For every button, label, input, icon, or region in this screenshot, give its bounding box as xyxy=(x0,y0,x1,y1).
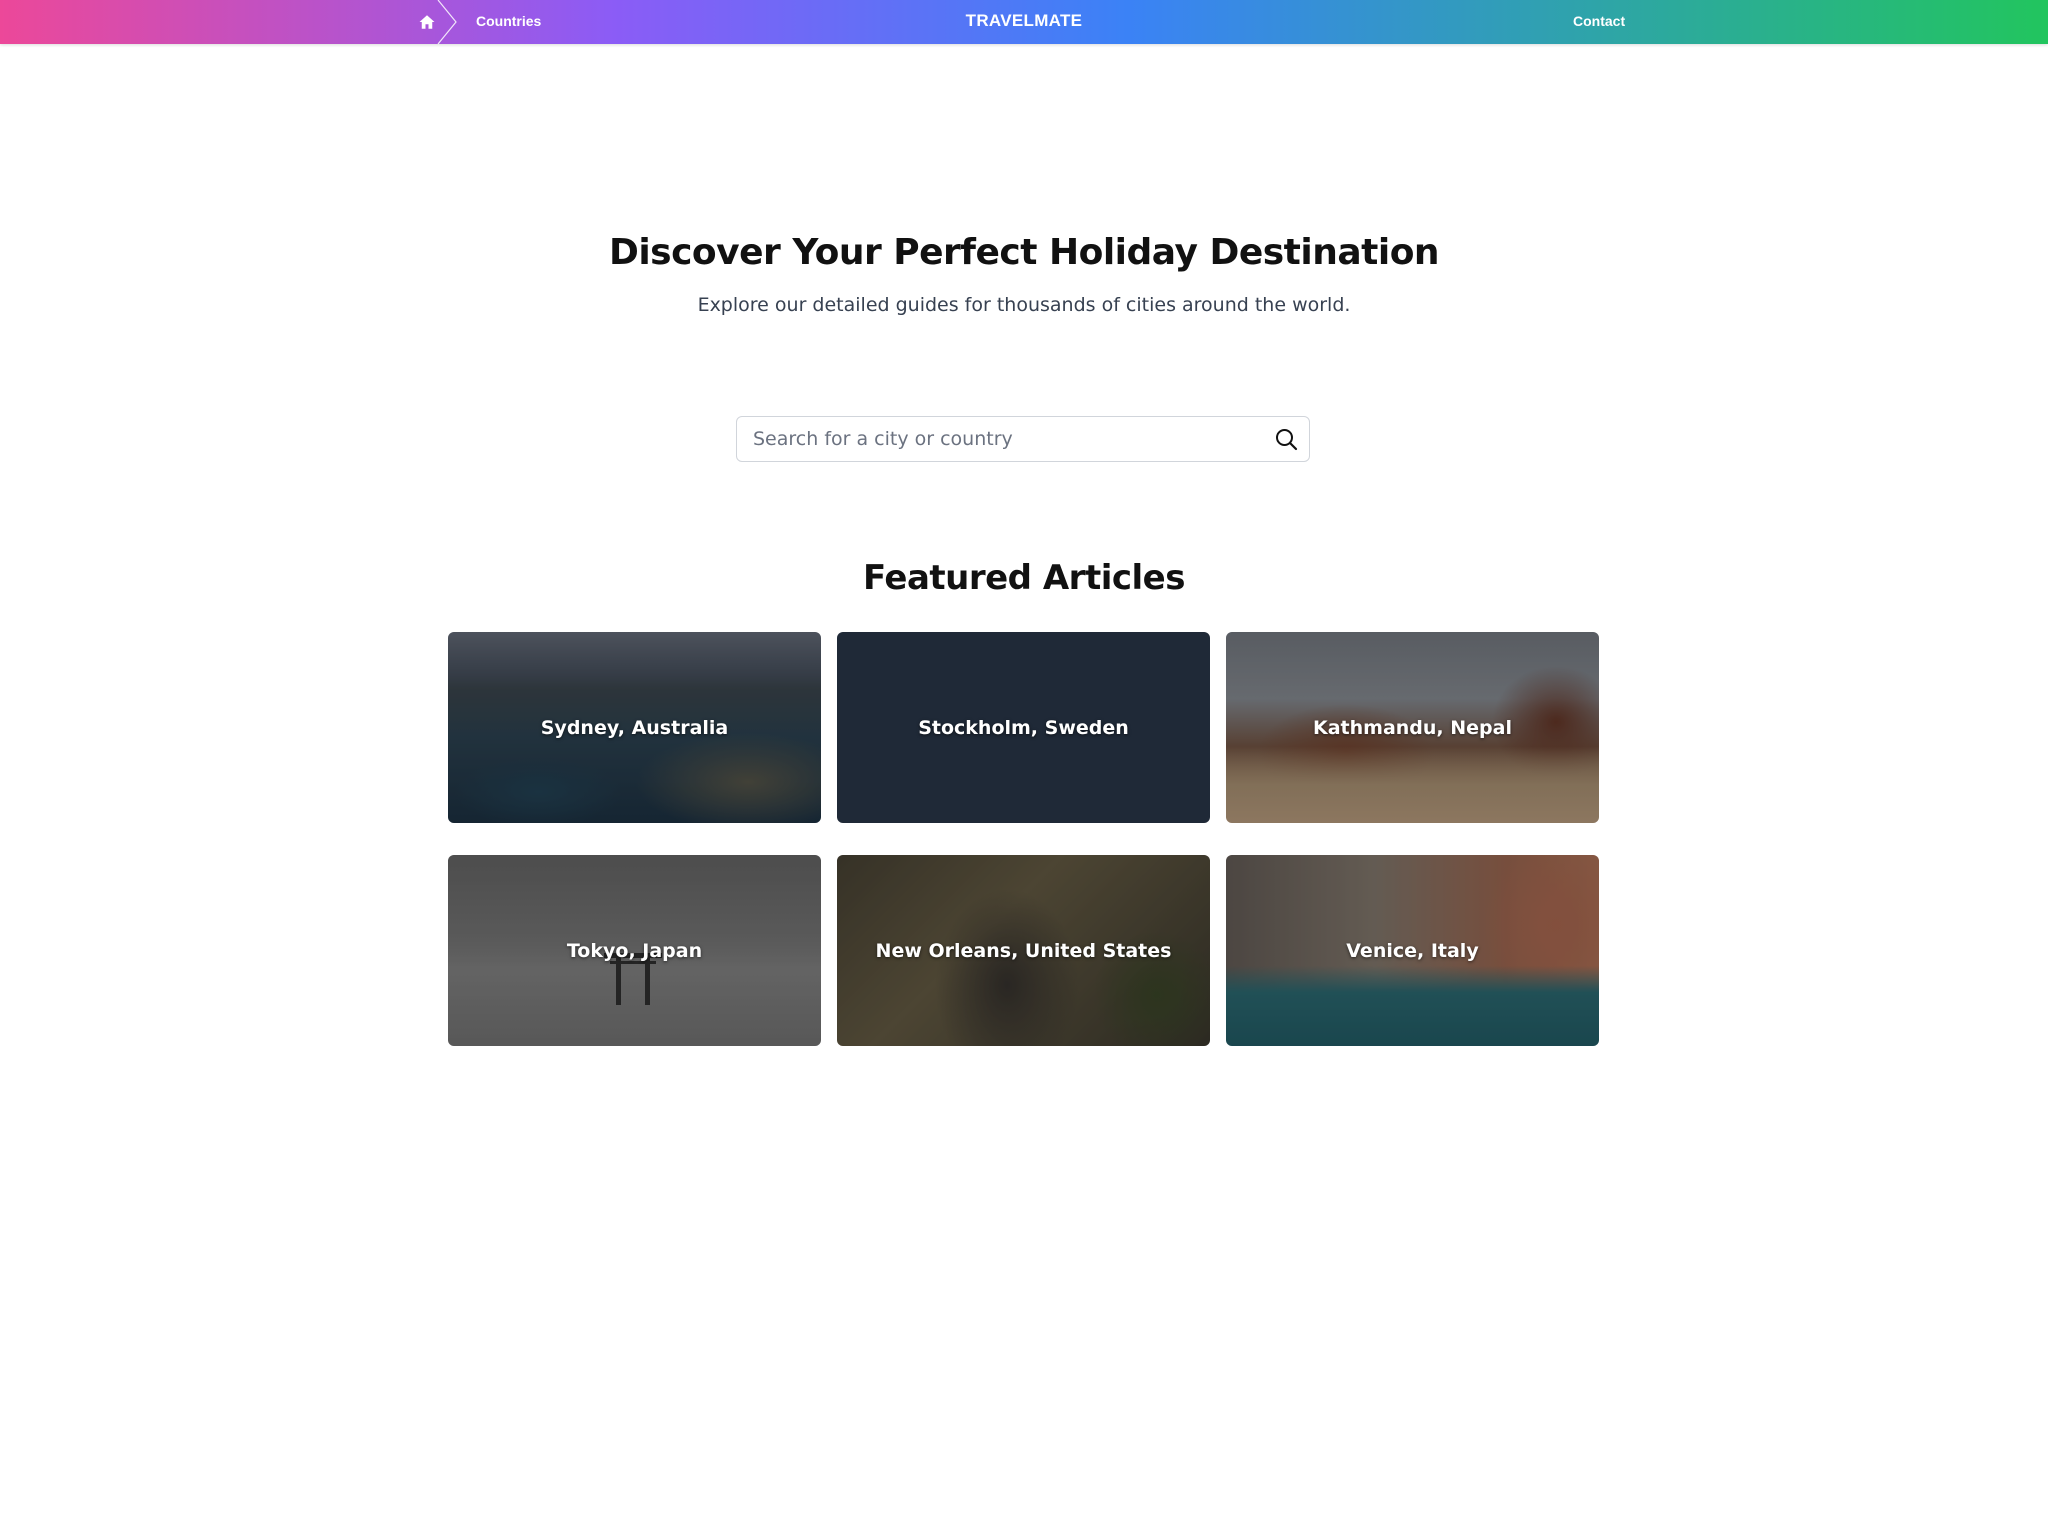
home-icon xyxy=(419,15,435,29)
search-icon xyxy=(1276,429,1298,451)
brand-logo-text[interactable]: TRAVELMATE xyxy=(966,11,1083,30)
nav-contact-link[interactable]: Contact xyxy=(1573,13,1625,29)
article-card-label: Venice, Italy xyxy=(1346,939,1479,962)
article-card-tokyo[interactable]: Tokyo, Japan xyxy=(448,855,821,1046)
search-bar xyxy=(736,416,1310,462)
article-card-venice[interactable]: Venice, Italy xyxy=(1226,855,1599,1046)
search-input[interactable] xyxy=(737,417,1247,461)
article-card-sydney[interactable]: Sydney, Australia xyxy=(448,632,821,823)
featured-articles-grid: Sydney, Australia Stockholm, Sweden Kath… xyxy=(448,632,1599,1046)
article-card-kathmandu[interactable]: Kathmandu, Nepal xyxy=(1226,632,1599,823)
article-card-new-orleans[interactable]: New Orleans, United States xyxy=(837,855,1210,1046)
page-title: Discover Your Perfect Holiday Destinatio… xyxy=(608,232,1440,273)
article-card-label: Tokyo, Japan xyxy=(566,939,703,962)
top-navigation-bar: Countries TRAVELMATE Contact xyxy=(0,0,2048,44)
breadcrumb-separator-icon xyxy=(437,0,457,44)
article-card-label: Sydney, Australia xyxy=(540,716,729,739)
page-subtitle: Explore our detailed guides for thousand… xyxy=(697,294,1351,316)
search-button[interactable] xyxy=(1273,426,1299,452)
article-card-label: New Orleans, United States xyxy=(875,939,1172,962)
featured-articles-heading: Featured Articles xyxy=(863,558,1185,598)
article-card-label: Kathmandu, Nepal xyxy=(1313,716,1512,739)
brand-title-container: TRAVELMATE xyxy=(0,11,2048,31)
article-card-stockholm[interactable]: Stockholm, Sweden xyxy=(837,632,1210,823)
article-card-label: Stockholm, Sweden xyxy=(918,716,1129,739)
nav-countries-link[interactable]: Countries xyxy=(476,13,541,29)
